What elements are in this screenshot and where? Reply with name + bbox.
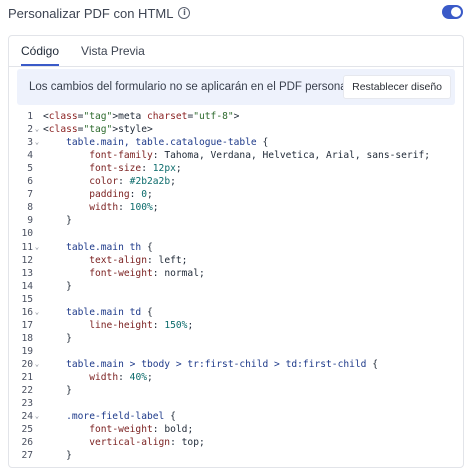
code-text: }: [43, 280, 72, 292]
tab-preview[interactable]: Vista Previa: [81, 44, 145, 66]
line-number: 22: [21, 385, 33, 397]
code-text: table.main th {: [43, 241, 153, 253]
code-line[interactable]: 4 font-family: Tahoma, Verdana, Helvetic…: [9, 149, 463, 162]
code-text: }: [43, 332, 72, 344]
line-number: 18: [21, 332, 33, 344]
code-line[interactable]: 19: [9, 345, 463, 358]
line-number: 23: [21, 398, 33, 410]
code-text: font-size: 12px;: [89, 163, 182, 175]
code-text: .more-field-label {: [43, 411, 176, 423]
code-line[interactable]: 22 }: [9, 384, 463, 397]
code-text: color: #2b2a2b;: [89, 176, 176, 188]
line-number: 24: [21, 411, 33, 423]
code-editor[interactable]: 1 <class="tag">meta charset="utf-8"> 2 ⌄ <cl…: [9, 110, 463, 467]
notice-banner: Los cambios del formulario no se aplicar…: [17, 69, 455, 105]
code-text: }: [43, 215, 72, 227]
section-header: Personalizar PDF con HTML i: [8, 0, 466, 26]
line-number: 19: [21, 345, 33, 357]
html-editor-panel: Código Vista Previa Los cambios del form…: [8, 35, 464, 468]
code-line[interactable]: 10: [9, 227, 463, 240]
code-text: table.main > tbody > tr:first-child > td…: [43, 358, 379, 370]
code-line[interactable]: 20 ⌄ table.main > tbody > tr:first-child …: [9, 358, 463, 371]
code-line[interactable]: 21 width: 40%;: [9, 371, 463, 384]
code-line[interactable]: 14 }: [9, 280, 463, 293]
line-number: 20: [21, 358, 33, 370]
line-number: 8: [27, 202, 33, 214]
code-line[interactable]: 23: [9, 397, 463, 410]
line-number: 12: [21, 254, 33, 266]
line-number: 13: [21, 267, 33, 279]
code-text: <class="tag">style>: [43, 124, 153, 136]
line-number: 2: [27, 124, 33, 136]
line-number: 7: [27, 189, 33, 201]
code-text: text-align: left;: [89, 254, 188, 266]
fold-chevron-icon[interactable]: ⌄: [33, 241, 41, 254]
code-line[interactable]: 25 font-weight: bold;: [9, 423, 463, 436]
code-line[interactable]: 6 color: #2b2a2b;: [9, 175, 463, 188]
code-line[interactable]: 15: [9, 293, 463, 306]
code-text: vertical-align: top;: [89, 437, 205, 449]
code-line[interactable]: 17 line-height: 150%;: [9, 319, 463, 332]
line-number: 10: [21, 228, 33, 240]
code-line[interactable]: 18 }: [9, 332, 463, 345]
fold-chevron-icon[interactable]: ⌄: [33, 136, 41, 149]
toggle-knob: [451, 7, 461, 17]
line-number: 1: [27, 111, 33, 122]
line-number: 9: [27, 215, 33, 227]
code-line[interactable]: 2 ⌄ <class="tag">style>: [9, 123, 463, 136]
code-line[interactable]: 5 font-size: 12px;: [9, 162, 463, 175]
tab-bar: Código Vista Previa: [9, 36, 463, 67]
code-line[interactable]: 24 ⌄ .more-field-label {: [9, 410, 463, 423]
code-line[interactable]: 8 width: 100%;: [9, 201, 463, 214]
code-text: padding: 0;: [89, 189, 153, 201]
reset-design-button[interactable]: Restablecer diseño: [343, 75, 451, 99]
code-text: font-weight: bold;: [89, 424, 194, 436]
section-title: Personalizar PDF con HTML: [8, 5, 174, 21]
line-number: 11: [21, 241, 33, 253]
code-line[interactable]: 27 }: [9, 449, 463, 462]
code-line[interactable]: 1 <class="tag">meta charset="utf-8">: [9, 110, 463, 123]
code-text: table.main td {: [43, 306, 153, 318]
code-text: width: 40%;: [89, 372, 153, 383]
line-number: 26: [21, 437, 33, 449]
notice-text: Los cambios del formulario no se aplicar…: [29, 81, 377, 93]
fold-chevron-icon[interactable]: ⌄: [33, 410, 41, 423]
fold-chevron-icon[interactable]: ⌄: [33, 358, 41, 371]
code-text: }: [43, 450, 72, 462]
code-line[interactable]: 3 ⌄ table.main, table.catalogue-table {: [9, 136, 463, 149]
line-number: 21: [21, 372, 33, 383]
code-text: line-height: 150%;: [89, 319, 194, 331]
line-number: 3: [27, 137, 33, 149]
line-number: 14: [21, 280, 33, 292]
code-line[interactable]: 7 padding: 0;: [9, 188, 463, 201]
line-number: 4: [27, 150, 33, 162]
line-number: 17: [21, 319, 33, 331]
code-text: <class="tag">meta charset="utf-8">: [43, 111, 240, 122]
code-line[interactable]: 12 text-align: left;: [9, 254, 463, 267]
line-number: 15: [21, 293, 33, 305]
code-text: font-family: Tahoma, Verdana, Helvetica,…: [89, 150, 431, 162]
tab-code[interactable]: Código: [21, 44, 60, 66]
info-icon[interactable]: i: [178, 7, 191, 19]
line-number: 6: [27, 176, 33, 188]
line-number: 27: [21, 450, 33, 462]
line-number: 25: [21, 424, 33, 436]
code-line[interactable]: 16 ⌄ table.main td {: [9, 306, 463, 319]
code-text: }: [43, 385, 72, 397]
code-line[interactable]: 13 font-weight: normal;: [9, 267, 463, 280]
fold-chevron-icon[interactable]: ⌄: [33, 306, 41, 319]
customize-pdf-toggle[interactable]: [442, 5, 463, 19]
fold-chevron-icon[interactable]: ⌄: [33, 123, 41, 136]
code-line[interactable]: 26 vertical-align: top;: [9, 436, 463, 449]
line-number: 5: [27, 163, 33, 175]
code-line[interactable]: 11 ⌄ table.main th {: [9, 241, 463, 254]
code-text: font-weight: normal;: [89, 267, 205, 279]
code-text: table.main, table.catalogue-table {: [43, 137, 269, 149]
code-line[interactable]: 9 }: [9, 214, 463, 227]
line-number: 16: [21, 306, 33, 318]
code-text: width: 100%;: [89, 202, 159, 214]
